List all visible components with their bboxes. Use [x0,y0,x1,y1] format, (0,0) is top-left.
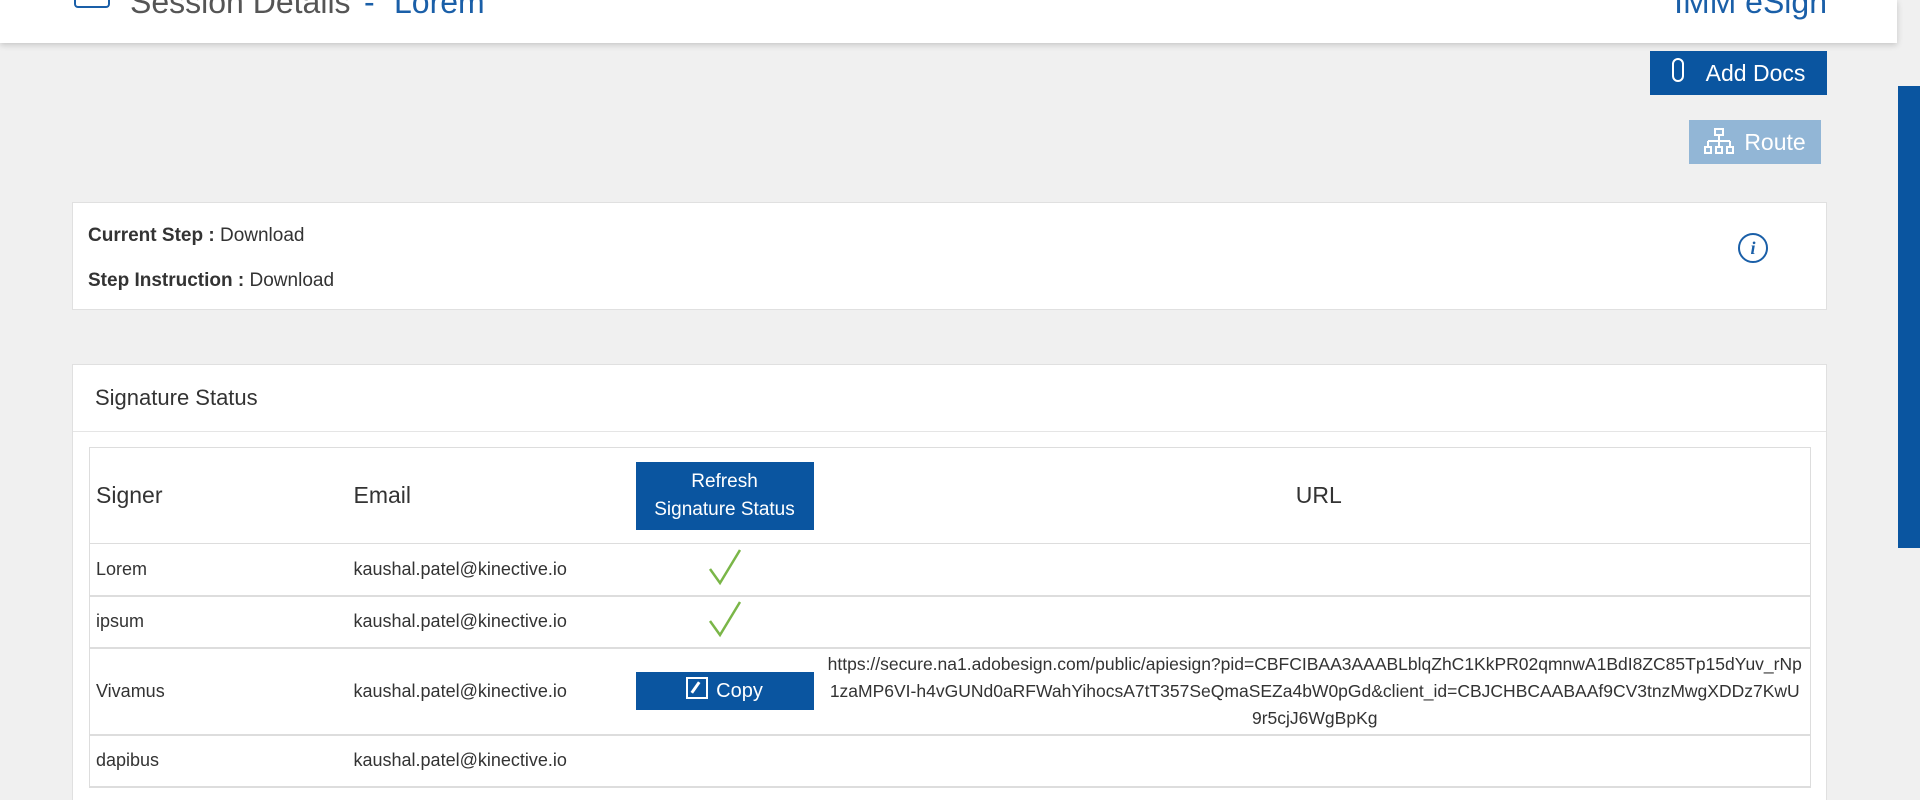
signature-status-panel: Signature Status Signer Email Refresh Si… [72,364,1827,800]
add-docs-label: Add Docs [1705,59,1806,86]
copy-label: Copy [716,679,763,702]
url-cell [821,734,1811,788]
signature-table: Signer Email Refresh Signature Status UR… [89,447,1811,788]
column-url: URL [821,447,1811,544]
signature-status-title: Signature Status [73,365,1826,432]
add-docs-button[interactable]: Add Docs [1650,51,1827,95]
brand-title: IMM eSign [1674,0,1827,20]
checkmark-icon [708,549,741,586]
current-step-value: Download [219,225,305,246]
checkmark-icon [708,601,741,638]
title-separator: - [364,0,375,20]
app-logo-icon [74,0,110,8]
route-button[interactable]: Route [1689,120,1821,164]
current-step-label: Current Step : [88,225,215,246]
step-instruction: Step Instruction : Download [88,270,334,292]
signer-name: dapibus [89,734,348,788]
refresh-label-line2: Signature Status [654,498,795,520]
top-navbar: Session Details - Lorem IMM eSign [0,0,1897,43]
signer-name: Vivamus [89,647,348,736]
hierarchy-icon [1704,128,1735,154]
route-label: Route [1744,128,1806,155]
info-icon[interactable]: i [1738,233,1768,263]
signer-name: ipsum [89,595,348,649]
column-email: Email [347,447,628,544]
table-row: dapibus kaushal.patel@kinective.io [89,734,1811,788]
signer-email: kaushal.patel@kinective.io [347,647,628,736]
step-panel: Current Step : Download Step Instruction… [72,202,1827,310]
refresh-label-line1: Refresh [691,470,758,492]
signing-url[interactable]: https://secure.na1.adobesign.com/public/… [828,649,1811,734]
url-cell [821,595,1811,649]
side-scroll-rail[interactable] [1898,86,1920,548]
step-instruction-label: Step Instruction : [88,270,245,291]
current-step: Current Step : Download [88,225,304,247]
refresh-signature-status-button[interactable]: Refresh Signature Status [635,461,814,530]
url-cell: https://secure.na1.adobesign.com/public/… [821,647,1811,736]
table-row: Lorem kaushal.patel@kinective.io [89,543,1811,597]
table-header-row: Signer Email Refresh Signature Status UR… [89,447,1811,544]
signer-name: Lorem [89,543,348,597]
status-cell [627,595,822,649]
paperclip-icon [1671,58,1684,82]
table-row: ipsum kaushal.patel@kinective.io [89,595,1811,649]
step-instruction-value: Download [249,270,335,291]
edit-copy-icon [686,677,709,699]
status-cell [627,734,822,788]
copy-url-button[interactable]: Copy [635,672,814,710]
column-refresh: Refresh Signature Status [627,447,822,544]
signer-email: kaushal.patel@kinective.io [347,734,628,788]
page-title: Session Details [130,0,351,20]
session-name: Lorem [394,0,485,20]
table-row: Vivamus kaushal.patel@kinective.io Copy … [89,647,1811,736]
url-cell [821,543,1811,597]
column-signer: Signer [89,447,348,544]
status-cell: Copy [627,647,822,736]
signer-email: kaushal.patel@kinective.io [347,543,628,597]
status-cell [627,543,822,597]
signer-email: kaushal.patel@kinective.io [347,595,628,649]
